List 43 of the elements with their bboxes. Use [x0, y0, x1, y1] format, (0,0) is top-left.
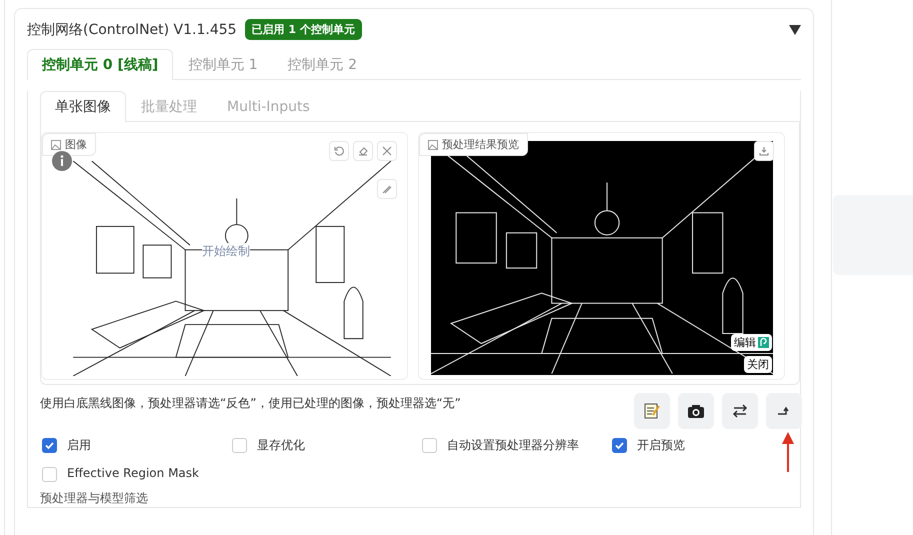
undo-button[interactable] [329, 141, 349, 161]
check-icon [614, 440, 625, 451]
notepad-icon [643, 402, 661, 420]
brush-icon [382, 184, 392, 194]
undo-icon [334, 146, 344, 156]
start-drawing-text: 开始绘制 [202, 243, 250, 260]
download-icon [759, 146, 769, 156]
send-dimensions-button[interactable] [766, 393, 802, 429]
swap-button[interactable] [722, 393, 758, 429]
brush-button[interactable] [377, 179, 397, 199]
eraser-button[interactable] [353, 141, 373, 161]
checkbox-option[interactable]: Effective Region Mask [42, 466, 232, 482]
checkbox[interactable] [612, 438, 627, 453]
annotation-arrow [780, 432, 796, 472]
caret-icon[interactable] [789, 24, 801, 34]
checkbox[interactable] [42, 438, 57, 453]
check-icon [44, 440, 55, 451]
checkbox-option[interactable]: 显存优化 [232, 437, 422, 454]
edit-button[interactable]: 编辑 [731, 334, 772, 351]
close-icon [382, 146, 392, 156]
info-icon[interactable] [52, 151, 72, 171]
section-label: 预处理器与模型筛选 [40, 490, 149, 507]
checkbox-option[interactable]: 启用 [42, 437, 232, 454]
unit-tab[interactable]: 控制单元 0 [线稿] [27, 49, 174, 80]
notepad-button[interactable] [634, 393, 670, 429]
checkbox-option[interactable]: 自动设置预处理器分辨率 [422, 437, 612, 454]
close-preview-button[interactable]: 关闭 [744, 356, 772, 373]
preview-label: 预处理结果预览 [442, 137, 519, 152]
eraser-icon [358, 146, 368, 156]
download-button[interactable] [754, 141, 774, 161]
image-upload-area[interactable]: 图像 开始绘制 [41, 132, 408, 380]
edit-icon [758, 337, 769, 348]
hint-text: 使用白底黑线图像，预处理器请选“反色”，使用已处理的图像，预处理器选“无” [40, 395, 461, 412]
image-label: 图像 [65, 137, 87, 152]
swap-icon [732, 404, 748, 418]
status-badge: 已启用 1 个控制单元 [244, 19, 362, 40]
camera-icon [687, 403, 705, 419]
close-button[interactable] [377, 141, 397, 161]
image-icon [428, 140, 438, 150]
panel-title: 控制网络(ControlNet) V1.1.455 [27, 20, 237, 38]
camera-button[interactable] [678, 393, 714, 429]
mode-tab[interactable]: 单张图像 [40, 91, 126, 122]
image-icon [51, 140, 61, 150]
